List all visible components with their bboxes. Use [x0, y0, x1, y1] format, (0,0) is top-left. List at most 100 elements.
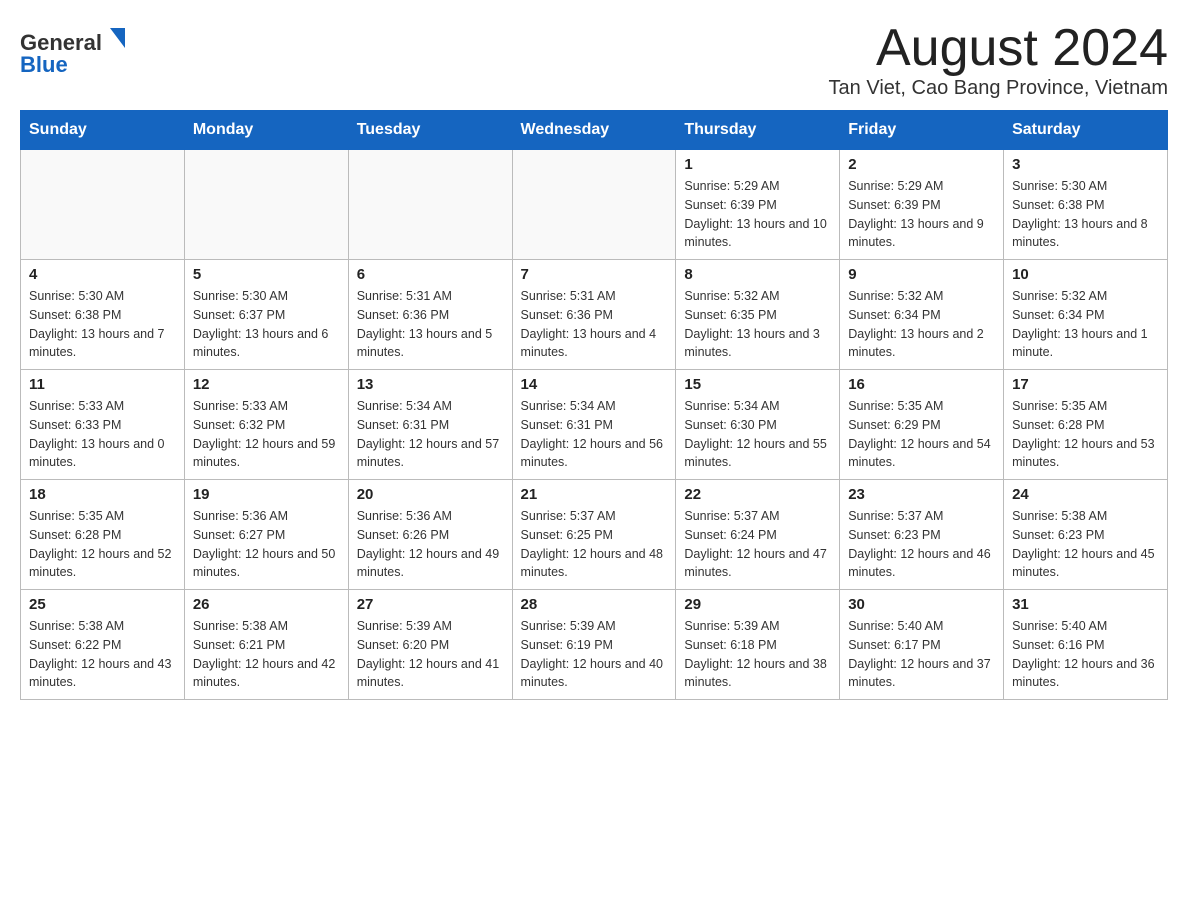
- week-row-3: 11 Sunrise: 5:33 AMSunset: 6:33 PMDayligh…: [21, 370, 1168, 480]
- table-row: 14Sunrise: 5:34 AMSunset: 6:31 PMDayligh…: [512, 370, 676, 480]
- month-title: August 2024: [829, 20, 1168, 77]
- day-info: Sunrise: 5:37 AMSunset: 6:23 PMDaylight:…: [848, 507, 995, 582]
- day-info: Sunrise: 5:40 AMSunset: 6:16 PMDaylight:…: [1012, 617, 1159, 692]
- logo: General Blue: [20, 20, 140, 80]
- table-row: 3 Sunrise: 5:30 AMSunset: 6:38 PMDaylight…: [1004, 150, 1168, 260]
- day-info: Sunrise: 5:35 AMSunset: 6:28 PMDaylight:…: [1012, 397, 1159, 472]
- day-number: 11: [29, 376, 176, 393]
- day-number: 18: [29, 486, 176, 503]
- day-info: Sunrise: 5:29 AMSunset: 6:39 PMDaylight:…: [684, 177, 831, 252]
- col-wednesday: Wednesday: [512, 111, 676, 150]
- calendar-table: Sunday Monday Tuesday Wednesday Thursday…: [20, 110, 1168, 700]
- table-row: 2 Sunrise: 5:29 AMSunset: 6:39 PMDaylight…: [840, 150, 1004, 260]
- table-row: 19 Sunrise: 5:36 AMSunset: 6:27 PMDayligh…: [184, 480, 348, 590]
- day-info: Sunrise: 5:34 AMSunset: 6:31 PMDaylight:…: [521, 397, 668, 472]
- day-info: Sunrise: 5:37 AMSunset: 6:24 PMDaylight:…: [684, 507, 831, 582]
- table-row: 7 Sunrise: 5:31 AMSunset: 6:36 PMDaylight…: [512, 260, 676, 370]
- table-row: [21, 150, 185, 260]
- day-number: 21: [521, 486, 668, 503]
- table-row: 31 Sunrise: 5:40 AMSunset: 6:16 PMDayligh…: [1004, 590, 1168, 700]
- day-number: 3: [1012, 156, 1159, 173]
- day-number: 2: [848, 156, 995, 173]
- day-info: Sunrise: 5:36 AMSunset: 6:27 PMDaylight:…: [193, 507, 340, 582]
- day-info: Sunrise: 5:38 AMSunset: 6:22 PMDaylight:…: [29, 617, 176, 692]
- table-row: 4Sunrise: 5:30 AMSunset: 6:38 PMDaylight…: [21, 260, 185, 370]
- day-info: Sunrise: 5:34 AMSunset: 6:31 PMDaylight:…: [357, 397, 504, 472]
- week-row-1: 1 Sunrise: 5:29 AMSunset: 6:39 PMDaylight…: [21, 150, 1168, 260]
- day-number: 30: [848, 596, 995, 613]
- day-info: Sunrise: 5:35 AMSunset: 6:29 PMDaylight:…: [848, 397, 995, 472]
- day-info: Sunrise: 5:38 AMSunset: 6:21 PMDaylight:…: [193, 617, 340, 692]
- title-block: August 2024 Tan Viet, Cao Bang Province,…: [829, 20, 1168, 100]
- col-thursday: Thursday: [676, 111, 840, 150]
- day-number: 31: [1012, 596, 1159, 613]
- day-number: 6: [357, 266, 504, 283]
- day-info: Sunrise: 5:31 AMSunset: 6:36 PMDaylight:…: [357, 287, 504, 362]
- week-row-2: 4Sunrise: 5:30 AMSunset: 6:38 PMDaylight…: [21, 260, 1168, 370]
- table-row: 1 Sunrise: 5:29 AMSunset: 6:39 PMDaylight…: [676, 150, 840, 260]
- location-title: Tan Viet, Cao Bang Province, Vietnam: [829, 77, 1168, 100]
- table-row: 6 Sunrise: 5:31 AMSunset: 6:36 PMDaylight…: [348, 260, 512, 370]
- table-row: [348, 150, 512, 260]
- day-info: Sunrise: 5:31 AMSunset: 6:36 PMDaylight:…: [521, 287, 668, 362]
- day-info: Sunrise: 5:33 AMSunset: 6:33 PMDaylight:…: [29, 397, 176, 472]
- col-monday: Monday: [184, 111, 348, 150]
- table-row: 21 Sunrise: 5:37 AMSunset: 6:25 PMDayligh…: [512, 480, 676, 590]
- table-row: 20 Sunrise: 5:36 AMSunset: 6:26 PMDayligh…: [348, 480, 512, 590]
- table-row: 27 Sunrise: 5:39 AMSunset: 6:20 PMDayligh…: [348, 590, 512, 700]
- day-number: 4: [29, 266, 176, 283]
- day-info: Sunrise: 5:37 AMSunset: 6:25 PMDaylight:…: [521, 507, 668, 582]
- col-friday: Friday: [840, 111, 1004, 150]
- day-info: Sunrise: 5:32 AMSunset: 6:34 PMDaylight:…: [848, 287, 995, 362]
- table-row: 29 Sunrise: 5:39 AMSunset: 6:18 PMDayligh…: [676, 590, 840, 700]
- day-number: 29: [684, 596, 831, 613]
- day-number: 9: [848, 266, 995, 283]
- day-info: Sunrise: 5:33 AMSunset: 6:32 PMDaylight:…: [193, 397, 340, 472]
- day-number: 20: [357, 486, 504, 503]
- day-number: 7: [521, 266, 668, 283]
- day-info: Sunrise: 5:32 AMSunset: 6:34 PMDaylight:…: [1012, 287, 1159, 362]
- table-row: 18Sunrise: 5:35 AMSunset: 6:28 PMDayligh…: [21, 480, 185, 590]
- table-row: 12 Sunrise: 5:33 AMSunset: 6:32 PMDayligh…: [184, 370, 348, 480]
- week-row-5: 25 Sunrise: 5:38 AMSunset: 6:22 PMDayligh…: [21, 590, 1168, 700]
- day-number: 19: [193, 486, 340, 503]
- day-info: Sunrise: 5:32 AMSunset: 6:35 PMDaylight:…: [684, 287, 831, 362]
- table-row: 10 Sunrise: 5:32 AMSunset: 6:34 PMDayligh…: [1004, 260, 1168, 370]
- col-tuesday: Tuesday: [348, 111, 512, 150]
- day-number: 8: [684, 266, 831, 283]
- table-row: 28Sunrise: 5:39 AMSunset: 6:19 PMDayligh…: [512, 590, 676, 700]
- day-number: 12: [193, 376, 340, 393]
- day-number: 26: [193, 596, 340, 613]
- day-number: 27: [357, 596, 504, 613]
- table-row: 26 Sunrise: 5:38 AMSunset: 6:21 PMDayligh…: [184, 590, 348, 700]
- table-row: 22 Sunrise: 5:37 AMSunset: 6:24 PMDayligh…: [676, 480, 840, 590]
- day-number: 10: [1012, 266, 1159, 283]
- day-info: Sunrise: 5:39 AMSunset: 6:18 PMDaylight:…: [684, 617, 831, 692]
- table-row: 5Sunrise: 5:30 AMSunset: 6:37 PMDaylight…: [184, 260, 348, 370]
- table-row: [184, 150, 348, 260]
- day-info: Sunrise: 5:39 AMSunset: 6:20 PMDaylight:…: [357, 617, 504, 692]
- table-row: 30Sunrise: 5:40 AMSunset: 6:17 PMDayligh…: [840, 590, 1004, 700]
- table-row: 11 Sunrise: 5:33 AMSunset: 6:33 PMDayligh…: [21, 370, 185, 480]
- day-info: Sunrise: 5:29 AMSunset: 6:39 PMDaylight:…: [848, 177, 995, 252]
- page-header: General Blue August 2024 Tan Viet, Cao B…: [20, 20, 1168, 100]
- svg-text:Blue: Blue: [20, 52, 68, 75]
- table-row: 25 Sunrise: 5:38 AMSunset: 6:22 PMDayligh…: [21, 590, 185, 700]
- day-info: Sunrise: 5:39 AMSunset: 6:19 PMDaylight:…: [521, 617, 668, 692]
- day-number: 23: [848, 486, 995, 503]
- table-row: 8 Sunrise: 5:32 AMSunset: 6:35 PMDaylight…: [676, 260, 840, 370]
- day-number: 15: [684, 376, 831, 393]
- table-row: [512, 150, 676, 260]
- day-number: 13: [357, 376, 504, 393]
- table-row: 15Sunrise: 5:34 AMSunset: 6:30 PMDayligh…: [676, 370, 840, 480]
- week-row-4: 18Sunrise: 5:35 AMSunset: 6:28 PMDayligh…: [21, 480, 1168, 590]
- col-saturday: Saturday: [1004, 111, 1168, 150]
- day-number: 1: [684, 156, 831, 173]
- day-info: Sunrise: 5:36 AMSunset: 6:26 PMDaylight:…: [357, 507, 504, 582]
- table-row: 16Sunrise: 5:35 AMSunset: 6:29 PMDayligh…: [840, 370, 1004, 480]
- day-info: Sunrise: 5:30 AMSunset: 6:38 PMDaylight:…: [1012, 177, 1159, 252]
- table-row: 23 Sunrise: 5:37 AMSunset: 6:23 PMDayligh…: [840, 480, 1004, 590]
- day-number: 22: [684, 486, 831, 503]
- day-number: 25: [29, 596, 176, 613]
- logo-general-text: General Blue: [20, 20, 140, 80]
